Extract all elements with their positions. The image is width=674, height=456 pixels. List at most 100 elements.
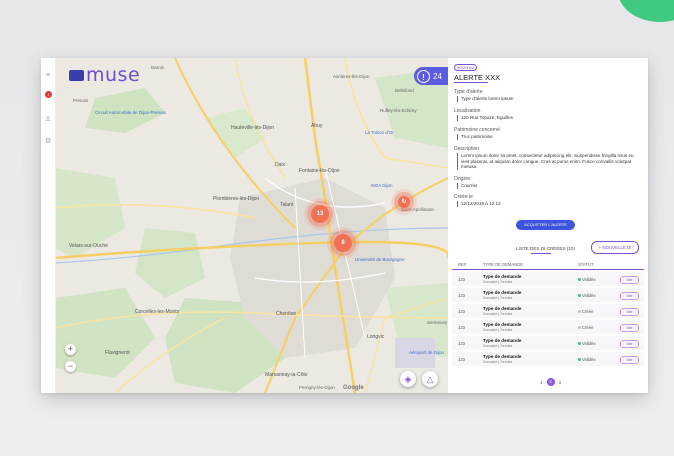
- cell-type: Type de demande: [483, 338, 522, 343]
- di-list-title: LISTE DES DI CRÉÉES (10): [516, 246, 575, 251]
- status-dot-icon: [578, 358, 581, 362]
- column-header-ref: REF.: [458, 262, 468, 267]
- field-value: Type d'alerte lorem ipsum: [457, 96, 513, 102]
- settings-icon[interactable]: ⚙: [44, 138, 52, 146]
- alert-icon: !: [417, 69, 430, 83]
- map-view[interactable]: muse Darois Asnières-lès-Dijon Prenois B…: [55, 58, 448, 393]
- title-underline: [454, 82, 488, 83]
- map-label: Talant: [280, 202, 294, 208]
- field-value: 12/12/2019 à 12:12: [457, 201, 501, 207]
- zoom-in-button[interactable]: +: [65, 344, 76, 355]
- status-dot-icon: [578, 326, 581, 330]
- cell-status: Validée: [578, 341, 596, 346]
- corner-decoration: [618, 0, 674, 22]
- new-di-button[interactable]: + NOUVELLE DI: [591, 241, 639, 254]
- view-button[interactable]: Voir: [620, 308, 639, 316]
- cell-subtitle: Domaine | Service: [483, 312, 513, 316]
- cell-ref: 123: [458, 325, 465, 330]
- cell-ref: 123: [458, 357, 465, 362]
- table-row[interactable]: 123 Type de demande Domaine | Service Valid…: [452, 336, 644, 350]
- cell-status: Validée: [578, 357, 596, 362]
- pagination: 1 2 3: [540, 378, 561, 386]
- status-dot-icon: [578, 294, 581, 298]
- app-window: ≡ ! ♙ ⚙ muse Darois Asnières-lès-Dijon P…: [41, 58, 648, 393]
- field-label: Patrimoine concerné: [454, 127, 500, 133]
- cell-type: Type de demande: [483, 290, 522, 295]
- shapes-button[interactable]: △: [422, 371, 438, 387]
- status-tag: NOUVEAU: [454, 64, 477, 71]
- table-row[interactable]: 123 Type de demande Domaine | Service Créée…: [452, 304, 644, 318]
- view-button[interactable]: Voir: [620, 356, 639, 364]
- map-label: Plombières-lès-Dijon: [213, 196, 260, 202]
- map-label: Saint-Apollinaire: [401, 207, 434, 212]
- map-label: Prenois: [73, 98, 89, 103]
- map-label: Perrigny-lès-Dijon: [299, 385, 335, 390]
- map-label: Aéroport de Dijon: [409, 350, 445, 355]
- cell-subtitle: Domaine | Service: [483, 344, 513, 348]
- map-label: La Toison d'Or: [365, 130, 394, 135]
- map-label: Marsannay-la-Côte: [265, 372, 308, 378]
- cell-type: Type de demande: [483, 306, 522, 311]
- map-attribution: Google: [343, 385, 364, 391]
- map-label: IKEA Dijon: [371, 183, 393, 188]
- map-label: Circuit Automobile de Dijon-Prenois: [95, 110, 166, 115]
- field-value: Truc patrimoine: [457, 134, 493, 140]
- page-link[interactable]: 1: [540, 380, 543, 385]
- field-value: Courrier: [457, 183, 478, 189]
- status-label: Validée: [582, 293, 596, 298]
- table-header: REF. TYPE DE DEMANDE STATUT: [452, 260, 644, 270]
- map-label: Ruffey-lès-Echirey: [380, 108, 417, 113]
- map-label: Ahuy: [311, 123, 323, 129]
- field-label: Type d'alerte: [454, 89, 483, 95]
- zoom-out-button[interactable]: −: [65, 361, 76, 372]
- status-label: Créée: [582, 309, 594, 314]
- table-row[interactable]: 123 Type de demande Domaine | Service Valid…: [452, 272, 644, 286]
- page-link[interactable]: 3: [559, 380, 562, 385]
- view-button[interactable]: Voir: [620, 292, 639, 300]
- map-label: Longvic: [367, 334, 385, 340]
- notification-badge-icon[interactable]: !: [45, 91, 52, 98]
- field-label: Origine: [454, 176, 471, 182]
- list-title-underline: [531, 253, 551, 254]
- user-icon[interactable]: ♙: [44, 116, 52, 124]
- view-button[interactable]: Voir: [620, 324, 639, 332]
- status-label: Validée: [582, 277, 596, 282]
- cell-subtitle: Domaine | Service: [483, 296, 513, 300]
- map-label: Corcelles-les-Monts: [135, 309, 180, 315]
- view-button[interactable]: Voir: [620, 276, 639, 284]
- alert-counter[interactable]: ! 24: [414, 67, 448, 85]
- field-label: Créée le: [454, 194, 473, 200]
- map-label: Daix: [275, 162, 286, 168]
- cell-subtitle: Domaine | Service: [483, 360, 513, 364]
- page-link-current[interactable]: 2: [546, 378, 555, 386]
- table-row[interactable]: 123 Type de demande Domaine | Service Valid…: [452, 288, 644, 302]
- table-row[interactable]: 123 Type de demande Domaine | Service Créée…: [452, 320, 644, 334]
- muse-logo: muse: [69, 64, 140, 86]
- field-label: Localisation: [454, 108, 481, 114]
- cell-ref: 123: [458, 309, 465, 314]
- side-rail: ≡ ! ♙ ⚙: [41, 58, 56, 393]
- alert-title: ALERTE XXX: [454, 73, 501, 82]
- status-dot-icon: [578, 278, 581, 282]
- alert-cluster[interactable]: 13: [311, 205, 329, 223]
- cell-ref: 123: [458, 277, 465, 282]
- view-button[interactable]: Voir: [620, 340, 639, 348]
- field-value-description: Lorem ipsum dolor sit amet, consectetur …: [457, 153, 641, 170]
- status-label: Validée: [582, 357, 596, 362]
- cell-type: Type de demande: [483, 354, 522, 359]
- alert-detail-panel: NOUVEAU ALERTE XXX Type d'alerte Type d'…: [448, 58, 648, 393]
- field-value: 120 Rue Topaze, Eguilles: [457, 115, 513, 121]
- alert-marker[interactable]: ↻: [398, 196, 410, 208]
- cell-type: Type de demande: [483, 322, 522, 327]
- map-label: Velars-sur-Ouche: [69, 243, 108, 249]
- column-header-type: TYPE DE DEMANDE: [483, 262, 524, 267]
- status-label: Créée: [582, 325, 594, 330]
- status-dot-icon: [578, 310, 581, 314]
- map-label: Darois: [151, 65, 165, 70]
- acknowledge-alert-button[interactable]: ACQUITTER L'ALERTE: [516, 220, 575, 230]
- menu-icon[interactable]: ≡: [44, 72, 52, 80]
- layers-button[interactable]: ◈: [400, 371, 416, 387]
- table-row[interactable]: 123 Type de demande Domaine | Service Valid…: [452, 352, 644, 366]
- map-label: Bellefond: [395, 88, 414, 93]
- alert-cluster[interactable]: 8: [334, 234, 352, 252]
